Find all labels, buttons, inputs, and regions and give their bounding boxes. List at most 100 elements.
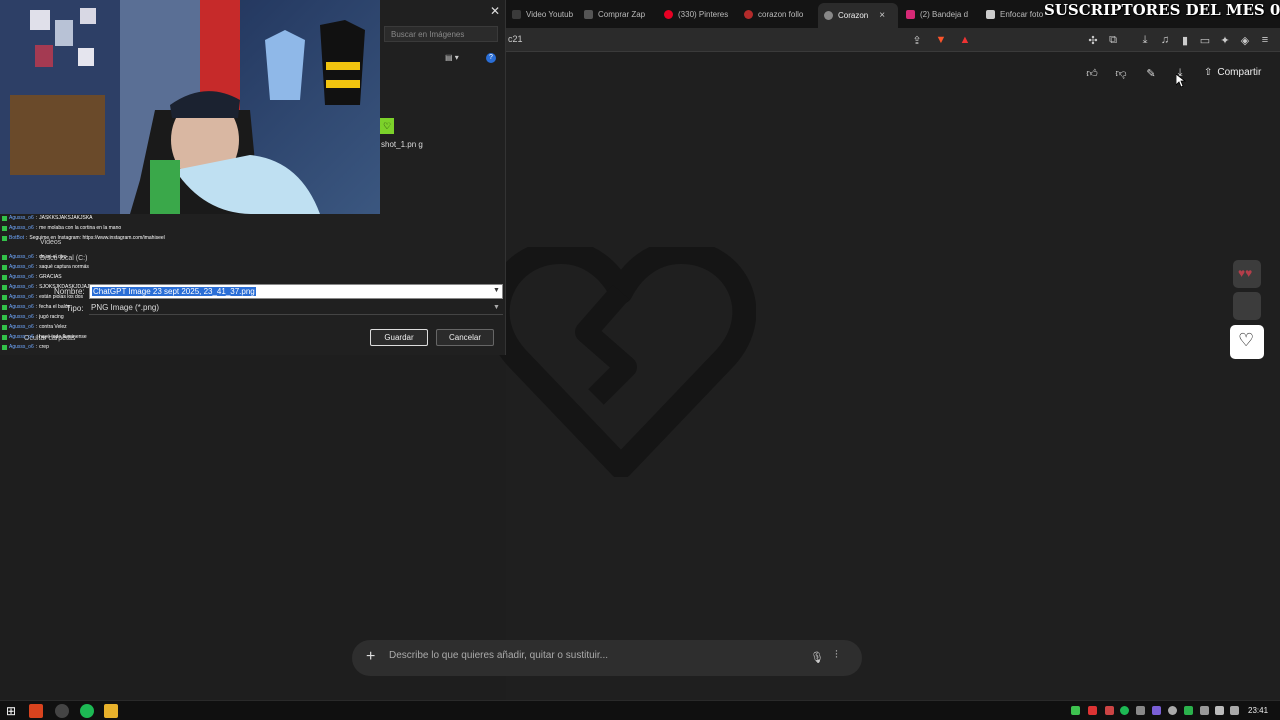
address-bar: c21 ⇪ ▼ ▲ ✣ ⧉ ⤓ ♫ ▮ ▭ ✦ ◈ ≡ [506,28,1280,52]
share-icon: ⇧ [1204,66,1213,78]
chatgpt-icon [824,11,833,20]
voice-wave-icon[interactable]: ⫶ [835,649,838,662]
spotify-icon[interactable] [80,704,94,718]
share-page-icon[interactable]: ⇪ [910,33,924,47]
webcam-overlay [0,0,380,214]
clock[interactable]: 23:41 [1248,706,1268,715]
obs-icon[interactable] [55,704,69,718]
view-options-icon[interactable]: ▤ ▾ [445,53,459,62]
mouse-cursor-icon [1176,74,1186,88]
broken-heart-image [486,247,756,477]
search-input[interactable]: Buscar en Imágenes [384,26,498,42]
downloads-icon[interactable]: ⤓ [1138,33,1152,47]
chat-message: Agusss_o6: SJOKSJKDASKJDJAJ [2,283,89,292]
chatgpt-image-page: 👍︎ 👎︎ ✎ ⤓ ⇧ Compartir ♥♥ ♡ + 🎙︎ ⫶ [352,52,1280,700]
file-icon[interactable]: ♡ [380,118,394,134]
magic-edit-icon[interactable]: ✎ [1142,66,1160,80]
badge-icon [2,275,7,280]
badge-icon [2,315,7,320]
cancel-button[interactable]: Cancelar [436,329,494,346]
prompt-bar: + 🎙︎ ⫶ [352,640,862,676]
chat-message: Agusss_o6: GRACIAS [2,273,62,282]
save-button[interactable]: Guardar [370,329,428,346]
brave-browser-icon[interactable] [29,704,43,718]
chat-message: Agusss_o6: de mi el otro [2,253,67,262]
brave-shield-icon[interactable]: ▼ [934,33,948,47]
microphone-tray-icon[interactable] [1230,706,1239,715]
stream-overlay-title: SUSCRIPTORES DEL MES 0/25 [1044,1,1280,19]
badge-icon [2,305,7,310]
chat-message: Agusss_o6: jugó racing [2,313,64,322]
brave-rewards-icon[interactable]: ▲ [958,33,972,47]
thumbs-up-icon[interactable]: 👍︎ [1083,66,1101,80]
wallet-icon[interactable]: ▭ [1198,33,1212,47]
url-text[interactable]: c21 [508,34,523,44]
tab-favicon [584,9,593,19]
pinterest-icon [664,9,673,19]
heart-icon: ♥♥ [1238,266,1253,280]
close-icon[interactable]: ✕ [490,4,500,18]
tray-app-icon[interactable] [1105,706,1114,715]
windows-taskbar: ⊞ 23:41 [0,700,1280,720]
file-name-label[interactable]: shot_1.pn g [381,139,431,150]
badge-icon [2,285,7,290]
badge-icon [2,236,7,241]
windows-start-icon[interactable]: ⊞ [6,704,16,718]
thumbs-down-icon[interactable]: 👎︎ [1112,66,1130,80]
badge-icon [2,216,7,221]
close-tab-icon[interactable]: × [879,10,885,21]
tab-corazon-active[interactable]: Corazon × [818,3,898,28]
tray-app-icon[interactable] [1071,706,1080,715]
badge-icon [2,265,7,270]
chat-message: Agusss_o6: están piolas los dos [2,293,83,302]
badge-icon [2,335,7,340]
tab-pinterest[interactable]: (330) Pinteres [658,4,736,24]
microphone-icon[interactable]: 🎙︎ [810,651,824,664]
volume-icon[interactable] [1215,706,1224,715]
badge-icon [2,345,7,350]
chat-message: Agusss_o6: crep [2,343,49,352]
chat-message: Agusss_o6: contra Velez [2,323,67,332]
file-explorer-icon[interactable] [104,704,118,718]
spotify-tray-icon[interactable] [1120,706,1129,715]
tab-corazon-follo[interactable]: corazon follo [738,4,816,24]
tray-app-icon[interactable] [1136,706,1145,715]
media-icon[interactable]: ♫ [1158,33,1172,47]
menu-icon[interactable]: ≡ [1258,33,1272,47]
instagram-icon [906,9,915,19]
tray-app-icon[interactable] [1088,706,1097,715]
add-icon[interactable]: + [366,648,375,666]
heart-outline-icon: ♡ [1238,330,1255,350]
chat-message: Agusss_o6: JASKKSJAKSJAKJSKA [2,214,93,223]
tray-app-icon[interactable] [1152,706,1161,715]
chat-message: Agusss_o6: fecha el balón [2,303,70,312]
image-thumbnail-2[interactable] [1233,292,1261,320]
image-thumbnail-3[interactable]: ♡ [1230,325,1264,359]
sidebar-icon[interactable]: ▮ [1178,33,1192,47]
nvidia-icon[interactable] [1184,706,1193,715]
help-icon[interactable]: ? [486,53,496,63]
tab-favicon [986,9,995,19]
tab-video-youtube[interactable]: Video Youtub [506,4,578,24]
extensions-icon[interactable]: ✣ [1086,33,1100,47]
leo-ai-icon[interactable]: ✦ [1218,33,1232,47]
tab-instagram[interactable]: (2) Bandeja d [900,4,978,24]
chat-message: Agusss_o6: me molaba con la cortina en la… [2,224,121,233]
chevron-down-icon[interactable]: ▼ [493,287,500,294]
badge-icon [2,295,7,300]
tray-app-icon[interactable] [1168,706,1177,715]
image-thumbnail-1[interactable]: ♥♥ [1233,260,1261,288]
share-button[interactable]: ⇧ Compartir [1204,62,1261,82]
chevron-down-icon[interactable]: ▼ [493,304,500,311]
prompt-input[interactable] [387,649,787,662]
screenshot-icon[interactable]: ⧉ [1106,33,1120,47]
stream-chat: Agusss_o6: JASKKSJAKSJAKJSKA Agusss_o6: me… [0,214,240,354]
badge-icon [2,325,7,330]
tab-comprar-zapatillas[interactable]: Comprar Zap [578,4,656,24]
badge-icon [2,226,7,231]
vpn-icon[interactable]: ◈ [1238,33,1252,47]
network-icon[interactable] [1200,706,1209,715]
badge-icon [2,255,7,260]
chat-message: BotBot: Seguime en Instagram: https://www… [2,234,165,243]
webcam-image [0,0,365,214]
